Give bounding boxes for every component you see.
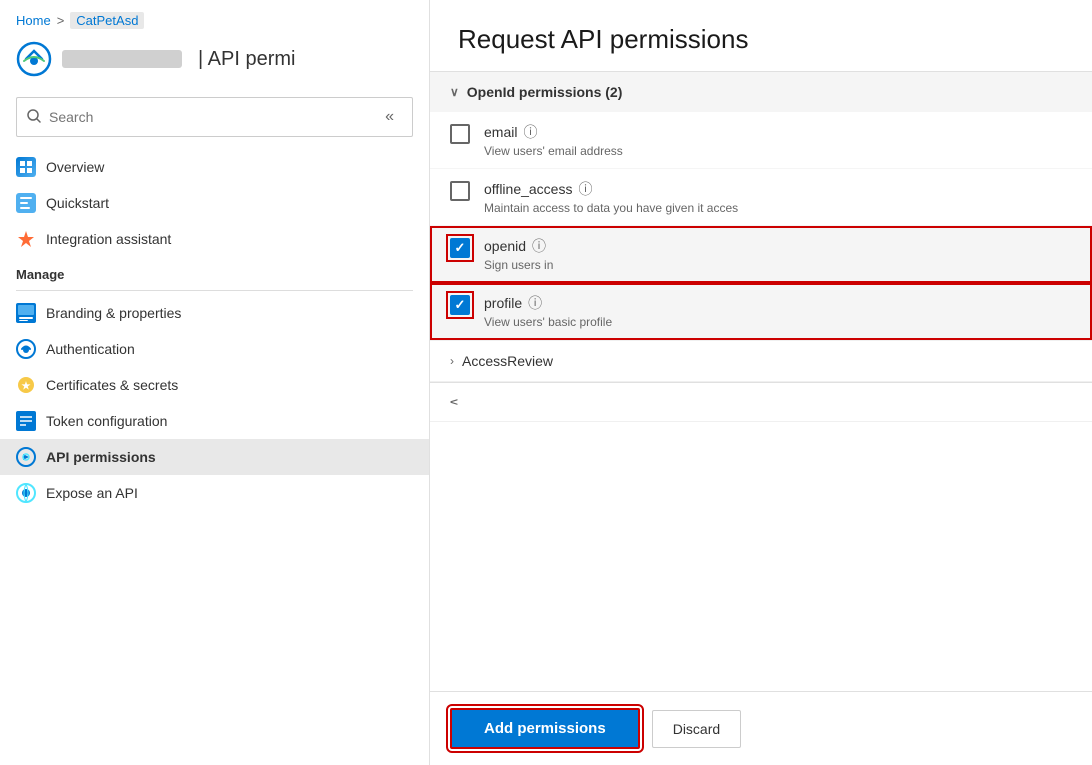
main-content: API permissions Applications are authori… bbox=[430, 0, 1092, 765]
extra-section[interactable]: ∨ bbox=[430, 382, 1092, 422]
discard-button[interactable]: Discard bbox=[652, 710, 741, 748]
chevron-right-icon: › bbox=[450, 354, 454, 368]
chevron-down-small-icon: ∨ bbox=[447, 398, 461, 407]
chevron-down-icon: ∨ bbox=[450, 85, 459, 99]
openid-section-header[interactable]: ∨ OpenId permissions (2) bbox=[430, 72, 1092, 112]
app-icon bbox=[16, 41, 52, 77]
app-header: | API permi bbox=[0, 37, 429, 89]
email-info: email ⓘ View users' email address bbox=[484, 122, 1072, 158]
sidebar-item-api-permissions[interactable]: API permissions bbox=[0, 439, 429, 475]
sidebar-item-authentication[interactable]: Authentication bbox=[0, 331, 429, 367]
profile-desc: View users' basic profile bbox=[484, 315, 1072, 329]
page-title: | API permi bbox=[198, 48, 295, 71]
search-icon bbox=[27, 109, 41, 126]
offline-info-icon: ⓘ bbox=[578, 179, 592, 199]
offline-info: offline_access ⓘ Maintain access to data… bbox=[484, 179, 1072, 215]
permission-offline-access: offline_access ⓘ Maintain access to data… bbox=[430, 169, 1092, 226]
sidebar-item-token[interactable]: Token configuration bbox=[0, 403, 429, 439]
overlay-title: Request API permissions bbox=[458, 24, 1064, 55]
permissions-list: ∨ OpenId permissions (2) email ⓘ bbox=[430, 72, 1092, 691]
sidebar-item-label: Token configuration bbox=[46, 413, 167, 429]
svg-text:★: ★ bbox=[22, 381, 31, 392]
sidebar-item-branding[interactable]: Branding & properties bbox=[0, 295, 429, 331]
openid-checkbox-wrapper[interactable] bbox=[450, 238, 470, 258]
openid-info-icon: ⓘ bbox=[532, 236, 546, 256]
overlay-header: Request API permissions bbox=[430, 0, 1092, 72]
offline-name: offline_access ⓘ bbox=[484, 179, 1072, 199]
sidebar-item-label: Expose an API bbox=[46, 485, 138, 501]
email-checkbox-wrapper[interactable] bbox=[450, 124, 470, 144]
profile-name: profile ⓘ bbox=[484, 293, 1072, 313]
sidebar-item-label: Quickstart bbox=[46, 195, 109, 211]
sidebar-item-label: Certificates & secrets bbox=[46, 377, 178, 393]
breadcrumb-app: CatPetAsd bbox=[70, 12, 144, 29]
sidebar-item-quickstart[interactable]: Quickstart bbox=[0, 185, 429, 221]
breadcrumb: Home > CatPetAsd bbox=[0, 0, 429, 37]
openid-desc: Sign users in bbox=[484, 258, 1072, 272]
certs-icon: ★ bbox=[16, 375, 36, 395]
offline-desc: Maintain access to data you have given i… bbox=[484, 201, 1072, 215]
grid-icon bbox=[16, 157, 36, 177]
email-info-icon: ⓘ bbox=[523, 122, 537, 142]
branding-icon bbox=[16, 303, 36, 323]
sidebar-item-label: Authentication bbox=[46, 341, 135, 357]
left-panel: Home > CatPetAsd | API permi « bbox=[0, 0, 430, 765]
add-permissions-button[interactable]: Add permissions bbox=[450, 708, 640, 749]
sidebar-item-certificates[interactable]: ★ Certificates & secrets bbox=[0, 367, 429, 403]
sidebar-item-overview[interactable]: Overview bbox=[0, 149, 429, 185]
quickstart-icon bbox=[16, 193, 36, 213]
rocket-icon bbox=[16, 229, 36, 249]
offline-checkbox-wrapper[interactable] bbox=[450, 181, 470, 201]
overlay-footer: Add permissions Discard bbox=[430, 691, 1092, 765]
openid-section-label: OpenId permissions (2) bbox=[467, 84, 623, 100]
auth-icon bbox=[16, 339, 36, 359]
api-icon bbox=[16, 447, 36, 467]
permission-email: email ⓘ View users' email address bbox=[430, 112, 1092, 169]
profile-info: profile ⓘ View users' basic profile bbox=[484, 293, 1072, 329]
search-input[interactable] bbox=[49, 109, 369, 125]
token-icon bbox=[16, 411, 36, 431]
email-desc: View users' email address bbox=[484, 144, 1072, 158]
profile-checkbox-wrapper[interactable] bbox=[450, 295, 470, 315]
sidebar-item-label: Integration assistant bbox=[46, 231, 171, 247]
app-name-blur bbox=[62, 50, 182, 68]
permission-openid: openid ⓘ Sign users in bbox=[430, 226, 1092, 283]
sidebar-item-label: Overview bbox=[46, 159, 104, 175]
access-review-label: AccessReview bbox=[462, 353, 553, 369]
access-review-section[interactable]: › AccessReview bbox=[430, 341, 1092, 382]
sidebar-item-label: API permissions bbox=[46, 449, 156, 465]
sidebar-item-expose-api[interactable]: Expose an API bbox=[0, 475, 429, 511]
openid-info: openid ⓘ Sign users in bbox=[484, 236, 1072, 272]
search-box[interactable]: « bbox=[16, 97, 413, 137]
openid-section: ∨ OpenId permissions (2) email ⓘ bbox=[430, 72, 1092, 341]
manage-section-header: Manage bbox=[0, 257, 429, 291]
expose-icon bbox=[16, 483, 36, 503]
sidebar-item-integration[interactable]: Integration assistant bbox=[0, 221, 429, 257]
sidebar-item-label: Branding & properties bbox=[46, 305, 181, 321]
openid-name: openid ⓘ bbox=[484, 236, 1072, 256]
profile-info-icon: ⓘ bbox=[528, 293, 542, 313]
permission-profile: profile ⓘ View users' basic profile bbox=[430, 283, 1092, 340]
breadcrumb-sep: > bbox=[57, 13, 65, 28]
nav-list: Overview Quickstart Integration assistan… bbox=[0, 149, 429, 765]
collapse-button[interactable]: « bbox=[377, 104, 402, 130]
breadcrumb-home[interactable]: Home bbox=[16, 13, 51, 28]
email-name: email ⓘ bbox=[484, 122, 1072, 142]
right-panel: API permissions Applications are authori… bbox=[430, 0, 1092, 765]
request-api-panel: Request API permissions ∨ OpenId permiss… bbox=[430, 0, 1092, 765]
